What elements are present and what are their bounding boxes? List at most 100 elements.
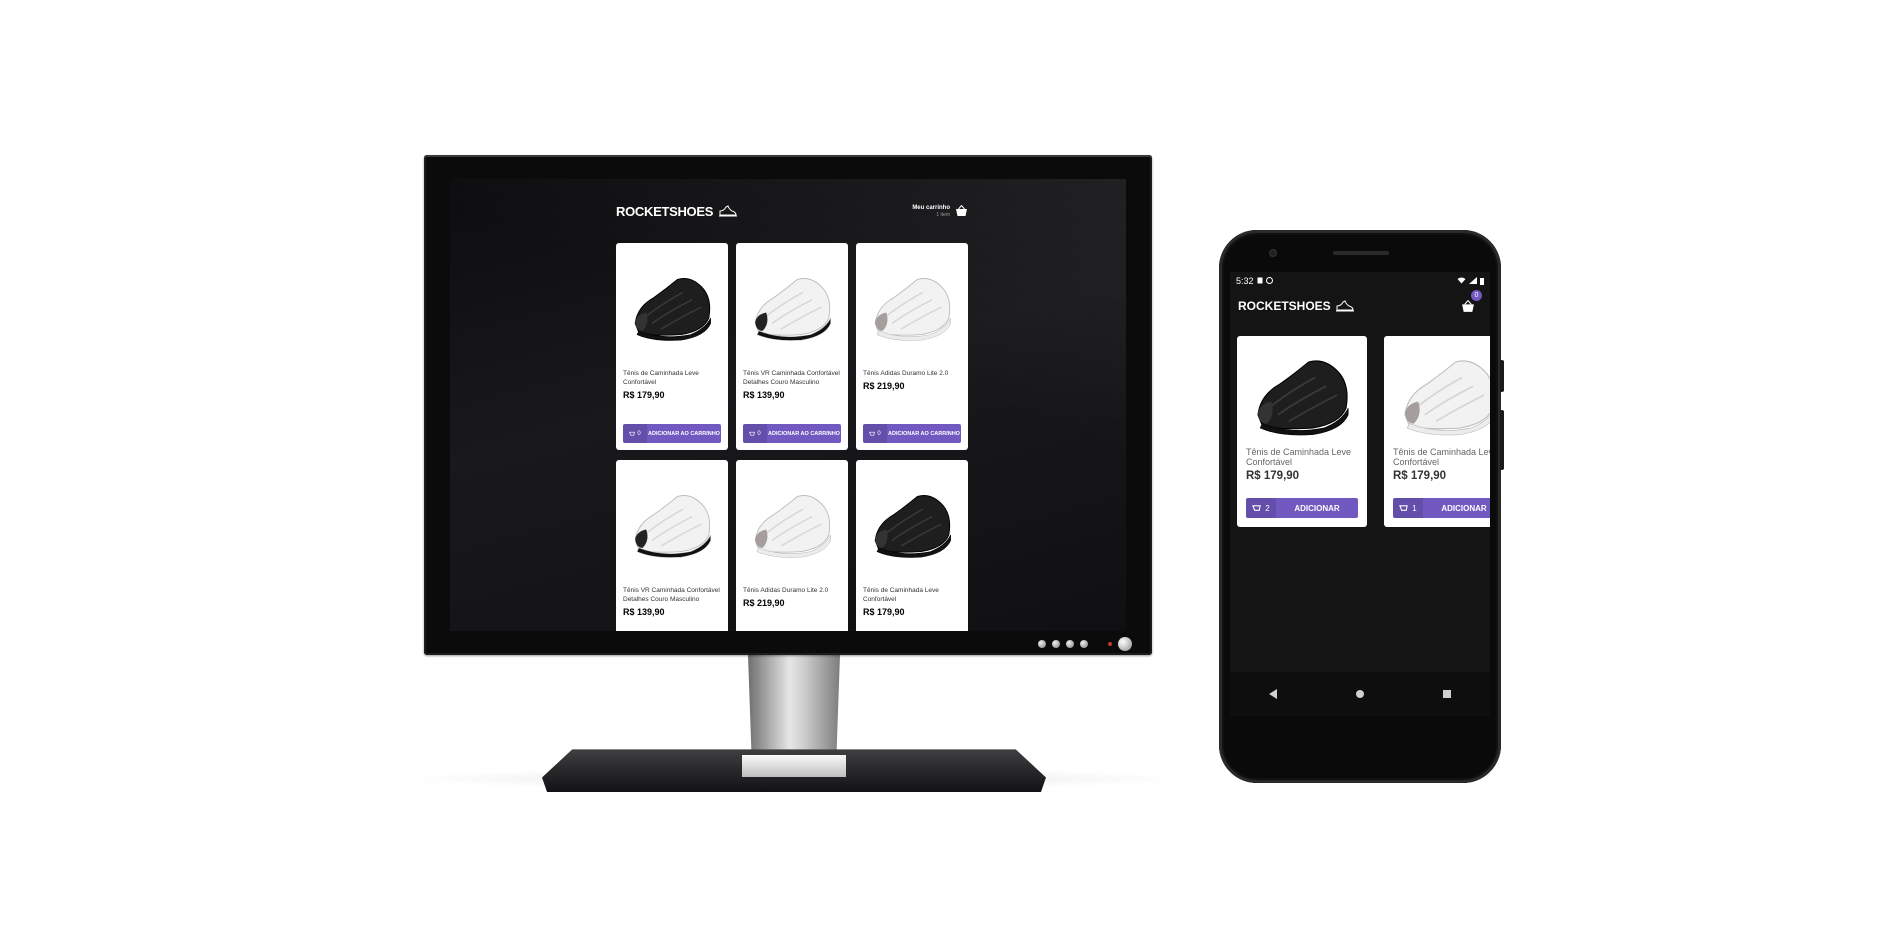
mobile-logo[interactable]: ROCKETSHOES <box>1238 299 1355 313</box>
add-button[interactable]: 2 ADICIONAR <box>1246 498 1358 518</box>
product-title: Tênis VR Caminhada Confortável Detalhes … <box>623 587 720 603</box>
cart-qty: 0 <box>863 424 887 443</box>
shoe-image-icon <box>634 278 711 341</box>
cart-title: Meu carrinho <box>912 204 950 211</box>
add-cart-icon <box>1252 504 1262 511</box>
shoe-image-icon <box>1404 360 1490 436</box>
add-to-cart-button[interactable]: 0 ADICIONAR AO CARRINHO <box>743 424 841 443</box>
product-title: Tênis de Caminhada Leve Confortável <box>1393 447 1490 467</box>
product-image[interactable] <box>1246 345 1358 445</box>
qty-value: 0 <box>757 430 761 437</box>
product-title: Tênis VR Caminhada Confortável Detalhes … <box>743 370 840 386</box>
shoe-image-icon <box>754 495 831 558</box>
product-image[interactable] <box>743 250 841 364</box>
home-icon[interactable] <box>1355 690 1364 698</box>
sneaker-logo-icon <box>1335 300 1354 312</box>
shoe-image-icon <box>1257 360 1349 436</box>
monitor-button[interactable] <box>1038 640 1046 648</box>
wifi-icon <box>1457 277 1466 284</box>
add-cart-icon <box>1399 504 1409 511</box>
product-card: Tênis VR Caminhada Confortável Detalhes … <box>736 243 848 450</box>
cart-qty: 1 <box>1393 498 1423 518</box>
qty-value: 0 <box>637 430 641 437</box>
product-card: Tênis de Caminhada Leve Confortável R$ 1… <box>616 243 728 450</box>
power-button[interactable] <box>1118 637 1132 651</box>
cart-badge: 0 <box>1471 290 1482 301</box>
phone-power-button <box>1500 410 1504 470</box>
product-image[interactable] <box>863 250 961 364</box>
add-cart-icon <box>749 431 756 436</box>
product-price: R$ 219,90 <box>743 598 785 608</box>
product-image[interactable] <box>1393 345 1490 445</box>
product-card: Tênis VR Caminhada Confortável Detalhes … <box>616 460 728 631</box>
cart-qty: 0 <box>623 424 647 443</box>
monitor-button[interactable] <box>1066 640 1074 648</box>
desktop-cart-link[interactable]: Meu carrinho 1 item <box>912 205 968 218</box>
monitor-neck <box>748 655 840 759</box>
product-card: Tênis de Caminhada Leve Confortável R$ 1… <box>1384 336 1490 527</box>
product-price: R$ 139,90 <box>743 389 785 400</box>
product-image[interactable] <box>743 467 841 581</box>
power-led <box>1108 642 1112 646</box>
monitor: ROCKETSHOES Meu carrinho 1 item Tênis de… <box>424 155 1152 655</box>
desktop-header: ROCKETSHOES Meu carrinho 1 item <box>616 199 968 223</box>
product-image[interactable] <box>623 250 721 364</box>
mobile-cart-button[interactable]: 0 <box>1458 290 1482 316</box>
cart-count: 1 item <box>936 211 950 218</box>
back-icon[interactable] <box>1269 689 1278 699</box>
qty-value: 0 <box>877 430 881 437</box>
product-price: R$ 179,90 <box>1246 469 1300 482</box>
basket-icon <box>956 205 967 216</box>
logo-text: ROCKETSHOES <box>616 203 714 219</box>
product-price: R$ 179,90 <box>1393 469 1447 482</box>
sim-icon <box>1257 277 1263 284</box>
product-price: R$ 179,90 <box>623 389 665 400</box>
qty-value: 2 <box>1265 503 1270 513</box>
cart-qty: 2 <box>1246 498 1276 518</box>
add-to-cart-button[interactable]: 0 ADICIONAR AO CARRINHO <box>623 424 721 443</box>
phone-screen: 5:32 ROCKETSHOES 0 Tênis de Caminhada Le… <box>1230 272 1490 716</box>
speaker <box>1333 251 1389 255</box>
desktop-logo[interactable]: ROCKETSHOES <box>616 204 738 219</box>
shoe-image-icon <box>634 495 711 558</box>
shoe-image-icon <box>874 278 951 341</box>
cart-text: Meu carrinho 1 item <box>912 205 950 218</box>
android-nav-bar <box>1230 672 1490 716</box>
product-card: Tênis Adidas Duramo Lite 2.0 R$ 219,90 0… <box>856 243 968 450</box>
monitor-screen: ROCKETSHOES Meu carrinho 1 item Tênis de… <box>450 179 1126 631</box>
add-button[interactable]: 1 ADICIONAR <box>1393 498 1490 518</box>
desktop-product-grid: Tênis de Caminhada Leve Confortável R$ 1… <box>616 243 968 631</box>
product-price: R$ 219,90 <box>863 381 905 391</box>
product-card: Tênis de Caminhada Leve Confortável R$ 1… <box>1237 336 1367 527</box>
mobile-product-list[interactable]: Tênis de Caminhada Leve Confortável R$ 1… <box>1230 323 1490 527</box>
product-card: Tênis de Caminhada Leve Confortável R$ 1… <box>856 460 968 631</box>
add-label: ADICIONAR <box>1294 503 1340 513</box>
monitor-button[interactable] <box>1080 640 1088 648</box>
add-to-cart-label: ADICIONAR AO CARRINHO <box>768 430 840 437</box>
add-to-cart-button[interactable]: 0 ADICIONAR AO CARRINHO <box>863 424 961 443</box>
front-camera <box>1270 250 1276 256</box>
product-image[interactable] <box>863 467 961 581</box>
product-title: Tênis Adidas Duramo Lite 2.0 <box>743 587 829 594</box>
basket-icon <box>1462 299 1474 312</box>
product-image[interactable] <box>623 467 721 581</box>
monitor-button[interactable] <box>1052 640 1060 648</box>
recents-icon[interactable] <box>1442 690 1451 698</box>
logo-text: ROCKETSHOES <box>1238 299 1331 313</box>
product-title: Tênis de Caminhada Leve Confortável <box>1246 447 1352 467</box>
phone-volume-button <box>1500 360 1504 392</box>
signal-icon <box>1469 277 1477 284</box>
add-to-cart-label: ADICIONAR AO CARRINHO <box>888 430 960 437</box>
battery-icon <box>1480 277 1484 285</box>
product-title: Tênis de Caminhada Leve Confortável <box>863 587 939 603</box>
shoe-image-icon <box>874 495 951 558</box>
cart-qty: 0 <box>743 424 767 443</box>
add-cart-icon <box>869 431 876 436</box>
product-title: Tênis de Caminhada Leve Confortável <box>623 370 699 386</box>
globe-icon <box>1265 277 1273 284</box>
desktop-app: ROCKETSHOES Meu carrinho 1 item Tênis de… <box>616 199 968 631</box>
phone: 5:32 ROCKETSHOES 0 Tênis de Caminhada Le… <box>1219 230 1504 783</box>
sneaker-logo-icon <box>719 205 738 217</box>
status-bar: 5:32 <box>1230 272 1490 289</box>
monitor-base-top <box>742 755 846 777</box>
